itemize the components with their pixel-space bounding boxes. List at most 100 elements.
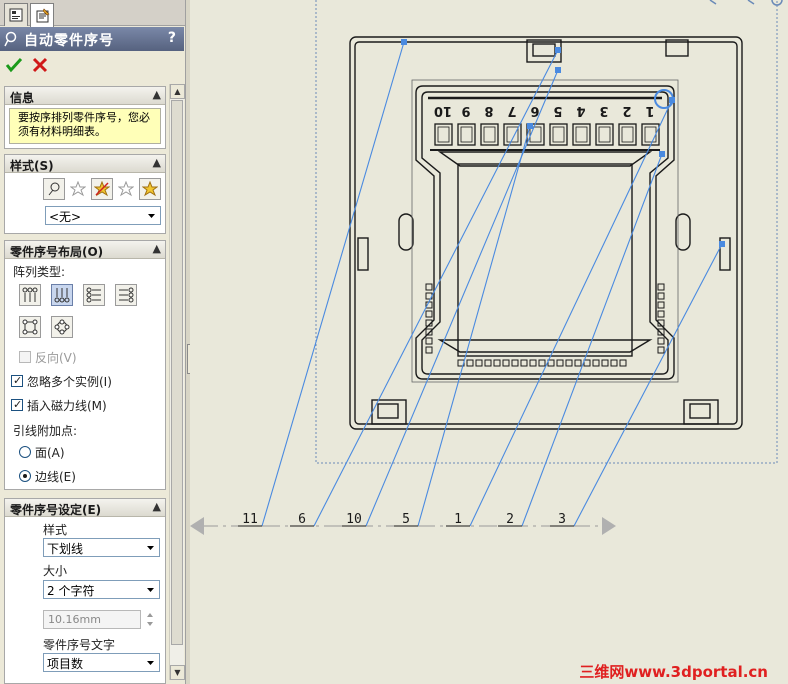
style-group: 样式(S) ▲ <无> — [4, 154, 166, 234]
reverse-checkbox[interactable] — [19, 351, 31, 363]
leader-anchor — [659, 151, 665, 157]
chevron-up-icon[interactable]: ▲ — [153, 156, 161, 169]
balloon-layout-group: 零件序号布局(O) ▲ 阵列类型: 反向(V) ✓ 忽略多个实例(I) ✓ 插入… — [4, 240, 166, 490]
slot-cell-inner — [437, 126, 450, 143]
slot-digit: 8 — [484, 103, 493, 118]
balloon-leader — [365, 69, 559, 527]
ignore-instances-label: 忽略多个实例(I) — [27, 375, 112, 389]
slot-cell-inner — [575, 126, 588, 143]
slot-cell-inner — [529, 126, 542, 143]
chevron-up-icon[interactable]: ▲ — [153, 500, 161, 513]
tooth-bottom — [556, 359, 564, 367]
balloon-text-label: 零件序号文字 — [43, 638, 116, 652]
balloon-number: 3 — [558, 512, 566, 527]
star-load-icon — [142, 181, 158, 197]
drawing-canvas[interactable]: 10 9 8 7 6 5 4 3 2 1 11 6 10 5 1 2 3 三维网www.3dportal.cn — [190, 0, 788, 684]
settings-group-header[interactable]: 零件序号设定(E) ▲ — [5, 499, 165, 517]
manager-tabs — [0, 0, 185, 27]
pattern-top-button[interactable] — [19, 284, 41, 306]
tooth-bottom — [547, 359, 555, 367]
drawing-svg: 10 9 8 7 6 5 4 3 2 1 11 6 10 5 1 2 3 — [190, 0, 783, 535]
leader-anchor — [719, 241, 725, 247]
tab-property-manager[interactable] — [30, 3, 54, 27]
star-update-icon — [94, 181, 110, 197]
chevron-up-icon[interactable]: ▲ — [153, 88, 161, 101]
balloon-size-mm-input[interactable]: 10.16mm — [43, 610, 141, 629]
layout-group-header[interactable]: 零件序号布局(O) ▲ — [5, 241, 165, 259]
tooth-right — [657, 292, 665, 300]
reverse-label: 反向(V) — [35, 351, 77, 365]
ignore-instances-checkbox[interactable]: ✓ — [11, 374, 23, 387]
ok-check-icon[interactable] — [5, 56, 23, 74]
tooth-bottom — [502, 359, 510, 367]
pattern-bottom-button[interactable] — [51, 284, 73, 306]
tooth-bottom — [583, 359, 591, 367]
chevron-down-icon — [147, 588, 154, 592]
watermark: 三维网www.3dportal.cn — [579, 663, 768, 681]
slot-cell-inner — [598, 126, 611, 143]
style-select[interactable]: <无> — [45, 206, 161, 225]
tooth-bottom — [610, 359, 618, 367]
spin-arrows-icon[interactable] — [143, 610, 157, 629]
scroll-thumb[interactable] — [171, 100, 183, 645]
magnetic-line-left-handle[interactable] — [190, 517, 204, 535]
tooth-bottom — [565, 359, 573, 367]
attach-edge-radio[interactable] — [19, 470, 31, 482]
bottom-teeth — [457, 359, 627, 367]
tab-feature-tree[interactable] — [4, 3, 28, 26]
balloon-number: 5 — [402, 512, 410, 527]
tooth-bottom — [574, 359, 582, 367]
info-group-header[interactable]: 信息 ▲ — [5, 87, 165, 105]
layout-square-icon — [22, 319, 38, 335]
cancel-x-icon[interactable] — [31, 56, 49, 74]
pattern-square-button[interactable] — [19, 316, 41, 338]
pattern-type-label: 阵列类型: — [13, 265, 66, 279]
tooth-bottom — [592, 359, 600, 367]
magnetic-line-right-handle[interactable] — [602, 517, 616, 535]
tooth-bottom — [601, 359, 609, 367]
save-style-button[interactable] — [115, 178, 137, 200]
chevron-up-icon[interactable]: ▲ — [153, 242, 161, 255]
tooth-bottom — [538, 359, 546, 367]
slot-digit: 10 — [434, 103, 452, 118]
panel-scrollbar[interactable]: ▲ ▼ — [169, 84, 185, 680]
view-boundary — [315, 0, 778, 464]
load-style-button[interactable] — [139, 178, 161, 200]
balloon-size-select[interactable]: 2 个字符 — [43, 580, 160, 599]
balloon-leader — [261, 41, 405, 527]
leader-anchor — [527, 123, 533, 129]
balloon-number: 2 — [506, 512, 514, 527]
pattern-right-button[interactable] — [115, 284, 137, 306]
pattern-circular-button[interactable] — [51, 316, 73, 338]
attach-face-radio[interactable] — [19, 446, 31, 458]
balloon-style-select[interactable]: 下划线 — [43, 538, 160, 557]
info-header-label: 信息 — [10, 91, 35, 105]
leader-anchor — [555, 67, 561, 73]
star-save-icon — [118, 181, 134, 197]
help-icon[interactable]: ? — [168, 30, 176, 46]
scroll-down-icon[interactable]: ▼ — [170, 665, 185, 680]
tooth-left — [425, 310, 433, 318]
slot-digit: 3 — [599, 103, 608, 118]
layout-right-icon — [119, 287, 134, 303]
leader-anchor — [401, 39, 407, 45]
slot-cell-inner — [621, 126, 634, 143]
scroll-up-icon[interactable]: ▲ — [170, 84, 185, 99]
slot-cell-inner — [460, 126, 473, 143]
balloon-number: 6 — [298, 512, 306, 527]
add-style-button[interactable] — [67, 178, 89, 200]
update-style-button[interactable] — [91, 178, 113, 200]
insert-magnetic-line-checkbox[interactable]: ✓ — [11, 398, 23, 411]
balloon-leader — [573, 243, 723, 527]
apply-default-style-button[interactable] — [43, 178, 65, 200]
balloon-text-select[interactable]: 项目数 — [43, 653, 160, 672]
tooth-left — [425, 337, 433, 345]
tooth-bottom — [520, 359, 528, 367]
insert-magnetic-line-label: 插入磁力线(M) — [27, 399, 107, 413]
tooth-right — [657, 328, 665, 336]
tooth-left — [425, 346, 433, 354]
style-group-header[interactable]: 样式(S) ▲ — [5, 155, 165, 173]
balloon-number: 1 — [454, 512, 462, 527]
tooth-right — [657, 337, 665, 345]
pattern-left-button[interactable] — [83, 284, 105, 306]
